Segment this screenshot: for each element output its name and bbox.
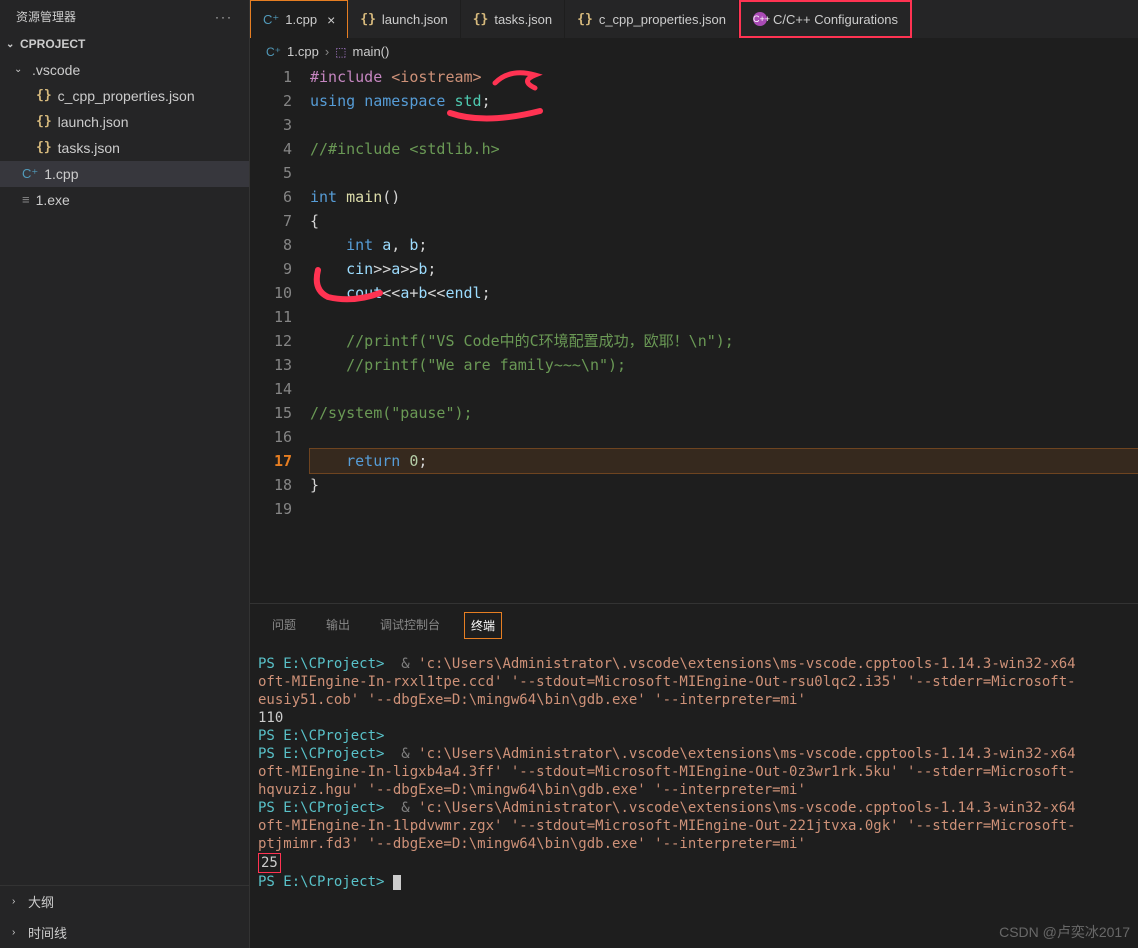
panel-tab[interactable]: 问题	[266, 612, 302, 639]
code-line[interactable]: int main()	[310, 185, 1138, 209]
code-line[interactable]: #include <iostream>	[310, 65, 1138, 89]
code-line[interactable]: int a, b;	[310, 233, 1138, 257]
file-item[interactable]: ≡1.exe	[0, 187, 249, 213]
json-icon: {}	[360, 12, 376, 27]
cpp-icon: C⁺	[263, 12, 279, 28]
chevron-right-icon: ›	[12, 927, 24, 938]
main-area: C⁺1.cpp×{}launch.json{}tasks.json{}c_cpp…	[250, 0, 1138, 948]
json-icon: {}	[36, 111, 52, 133]
json-icon: {}	[36, 137, 52, 159]
file-item[interactable]: {}tasks.json	[0, 135, 249, 161]
breadcrumb[interactable]: C⁺ 1.cpp › ⬚ main()	[250, 38, 1138, 65]
chevron-right-icon: ›	[12, 896, 24, 907]
chevron-down-icon: ⌄	[6, 39, 18, 50]
file-item[interactable]: C⁺1.cpp	[0, 161, 249, 187]
editor-tab[interactable]: {}launch.json	[348, 0, 460, 38]
watermark: CSDN @卢奕冰2017	[999, 922, 1130, 942]
code-line[interactable]: {	[310, 209, 1138, 233]
folder-vscode[interactable]: ⌄ .vscode	[0, 57, 249, 83]
cpp-icon: C⁺	[22, 163, 38, 185]
more-icon[interactable]: ···	[215, 10, 233, 24]
chevron-right-icon: ›	[325, 44, 329, 59]
config-icon: C++	[753, 12, 767, 26]
code-line[interactable]: //#include <stdlib.h>	[310, 137, 1138, 161]
code-line[interactable]: cin>>a>>b;	[310, 257, 1138, 281]
explorer-header: 资源管理器 ···	[0, 0, 249, 33]
code-line[interactable]	[310, 161, 1138, 185]
editor-tab[interactable]: C⁺1.cpp×	[250, 0, 348, 38]
bottom-panel: 问题输出调试控制台终端 PS E:\CProject> & 'c:\Users\…	[250, 603, 1138, 948]
chevron-down-icon: ⌄	[14, 59, 26, 81]
editor-tab[interactable]: {}tasks.json	[461, 0, 565, 38]
explorer-sidebar: 资源管理器 ··· ⌄ CPROJECT ⌄ .vscode {}c_cpp_p…	[0, 0, 250, 948]
json-icon: {}	[577, 12, 593, 27]
code-line[interactable]: //system("pause");	[310, 401, 1138, 425]
file-item[interactable]: {}c_cpp_properties.json	[0, 83, 249, 109]
editor-tab[interactable]: {}c_cpp_properties.json	[565, 0, 739, 38]
json-icon: {}	[473, 12, 489, 27]
code-content[interactable]: #include <iostream>using namespace std; …	[310, 65, 1138, 603]
code-line[interactable]: return 0;	[310, 449, 1138, 473]
panel-tab[interactable]: 终端	[464, 612, 502, 639]
timeline-section[interactable]: ›时间线	[0, 917, 249, 948]
code-line[interactable]: //printf("We are family~~~\n");	[310, 353, 1138, 377]
line-numbers: 12345678910111213141516171819	[250, 65, 310, 603]
close-icon[interactable]: ×	[327, 12, 335, 28]
cpp-icon: C⁺	[266, 45, 281, 59]
code-line[interactable]: }	[310, 473, 1138, 497]
file-tree: ⌄ .vscode {}c_cpp_properties.json{}launc…	[0, 55, 249, 885]
editor-tab[interactable]: C++C/C++ Configurations	[739, 0, 912, 38]
panel-tabs: 问题输出调试控制台终端	[250, 604, 1138, 643]
code-line[interactable]	[310, 113, 1138, 137]
code-line[interactable]: //printf("VS Code中的C环境配置成功，欧耶！\n");	[310, 329, 1138, 353]
project-root[interactable]: ⌄ CPROJECT	[0, 33, 249, 55]
code-line[interactable]: using namespace std;	[310, 89, 1138, 113]
panel-tab[interactable]: 调试控制台	[374, 612, 446, 639]
sidebar-bottom: ›大纲 ›时间线	[0, 885, 249, 948]
explorer-title: 资源管理器	[16, 8, 76, 25]
file-item[interactable]: {}launch.json	[0, 109, 249, 135]
code-line[interactable]	[310, 497, 1138, 521]
code-line[interactable]: cout<<a+b<<endl;	[310, 281, 1138, 305]
panel-tab[interactable]: 输出	[320, 612, 356, 639]
outline-section[interactable]: ›大纲	[0, 886, 249, 917]
code-editor[interactable]: 12345678910111213141516171819 #include <…	[250, 65, 1138, 603]
symbol-icon: ⬚	[335, 45, 346, 59]
terminal-content[interactable]: PS E:\CProject> & 'c:\Users\Administrato…	[250, 643, 1138, 948]
editor-tabs: C⁺1.cpp×{}launch.json{}tasks.json{}c_cpp…	[250, 0, 1138, 38]
exe-icon: ≡	[22, 189, 30, 211]
code-line[interactable]	[310, 425, 1138, 449]
code-line[interactable]	[310, 377, 1138, 401]
code-line[interactable]	[310, 305, 1138, 329]
json-icon: {}	[36, 85, 52, 107]
